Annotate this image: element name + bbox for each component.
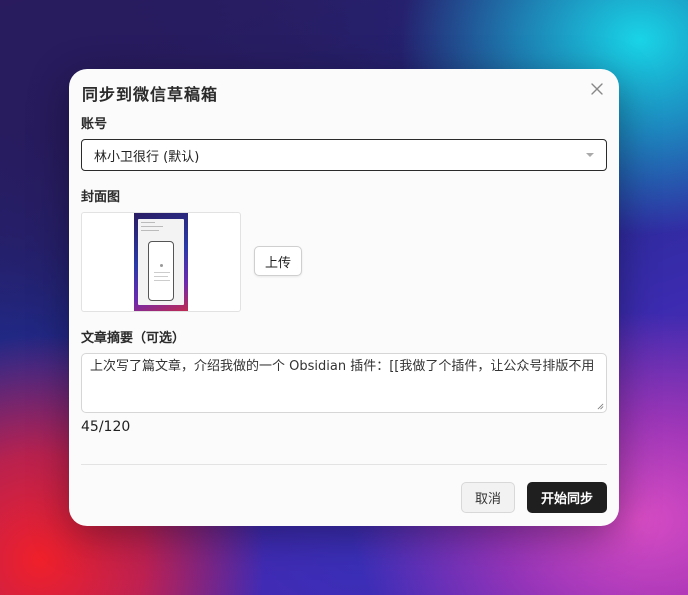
chevron-down-icon [586, 153, 594, 157]
cover-thumbnail [134, 213, 188, 311]
close-icon[interactable] [589, 81, 605, 97]
account-select[interactable]: 林小卫很行 (默认) [81, 139, 607, 171]
sync-dialog: 同步到微信草稿箱 账号 林小卫很行 (默认) 封面图 上传 文章摘要（可选） 上… [69, 69, 619, 526]
footer-divider [81, 464, 607, 465]
cancel-button[interactable]: 取消 [461, 482, 515, 513]
summary-label: 文章摘要（可选） [81, 331, 186, 346]
account-label: 账号 [81, 117, 108, 132]
summary-counter: 45/120 [81, 419, 131, 435]
dialog-title: 同步到微信草稿箱 [82, 85, 219, 104]
start-sync-button[interactable]: 开始同步 [527, 482, 607, 513]
account-select-value: 林小卫很行 (默认) [94, 149, 200, 165]
upload-button[interactable]: 上传 [254, 246, 302, 276]
resize-grip-icon[interactable] [597, 403, 604, 410]
cover-preview [81, 212, 241, 312]
summary-textarea[interactable]: 上次写了篇文章，介绍我做的一个 Obsidian 插件：[[我做了个插件，让公众… [81, 353, 607, 413]
cover-label: 封面图 [81, 190, 121, 205]
